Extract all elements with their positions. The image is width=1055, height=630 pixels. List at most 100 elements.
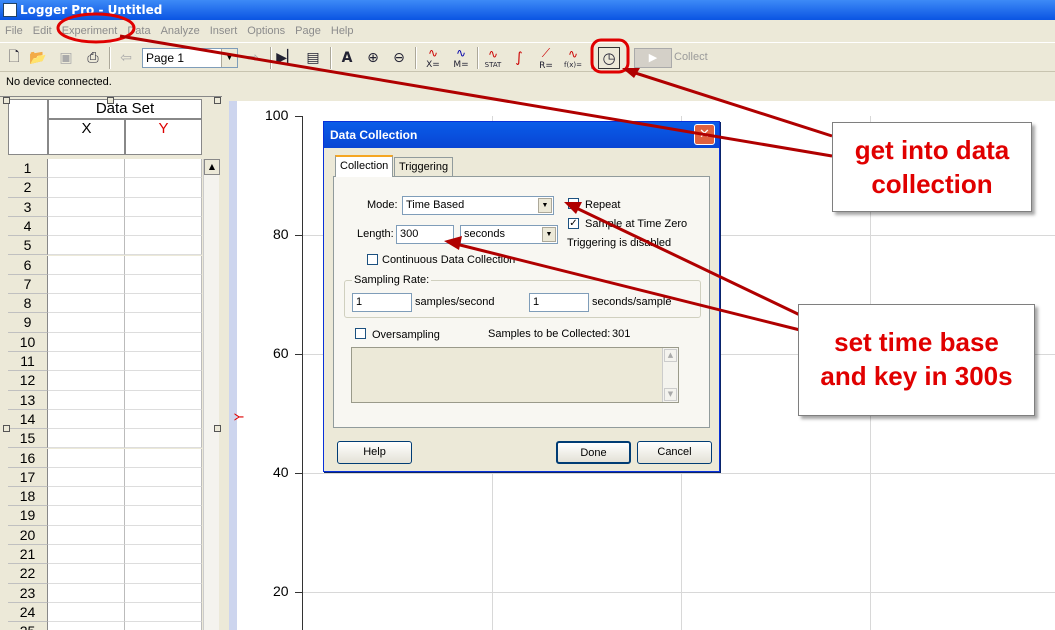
row-number[interactable]: 6 [8, 255, 48, 275]
row-number[interactable]: 12 [8, 371, 48, 391]
row-number[interactable]: 10 [8, 332, 48, 352]
table-cell-x[interactable] [48, 255, 125, 275]
menu-data[interactable]: Data [122, 25, 155, 37]
table-cell-y[interactable] [125, 545, 202, 565]
row-number[interactable]: 22 [8, 564, 48, 584]
row-number[interactable]: 3 [8, 197, 48, 217]
menu-analyze[interactable]: Analyze [156, 25, 205, 37]
column-header-x[interactable]: X [48, 119, 125, 155]
scroll-up-arrow-icon[interactable]: ▲ [204, 159, 220, 175]
notes-text-area[interactable]: ▲ ▼ [351, 347, 679, 403]
menu-insert[interactable]: Insert [205, 25, 243, 37]
menu-file[interactable]: File [0, 25, 28, 37]
row-number[interactable]: 2 [8, 178, 48, 198]
printer-icon[interactable]: ⎙ [82, 47, 104, 69]
table-cell-y[interactable] [125, 583, 202, 603]
table-cell-y[interactable] [125, 487, 202, 507]
repeat-checkbox[interactable] [568, 198, 579, 209]
resize-handle[interactable] [107, 97, 114, 104]
table-cell-y[interactable] [125, 332, 202, 352]
table-cell-x[interactable] [48, 429, 125, 449]
row-number[interactable]: 21 [8, 545, 48, 565]
table-cell-x[interactable] [48, 197, 125, 217]
table-cell-y[interactable] [125, 352, 202, 372]
table-cell-x[interactable] [48, 506, 125, 526]
table-cell-x[interactable] [48, 564, 125, 584]
column-header-y[interactable]: Y [125, 119, 202, 155]
table-cell-x[interactable] [48, 178, 125, 198]
table-cell-y[interactable] [125, 602, 202, 623]
resize-handle[interactable] [214, 425, 221, 432]
table-cell-x[interactable] [48, 409, 125, 430]
menu-options[interactable]: Options [242, 25, 290, 37]
row-number[interactable]: 25 [8, 622, 48, 630]
table-cell-y[interactable] [125, 409, 202, 430]
table-cell-x[interactable] [48, 236, 125, 256]
page-select[interactable]: Page 1 ▼ [142, 48, 238, 68]
scroll-down-arrow-icon[interactable]: ▼ [664, 388, 677, 401]
continuous-collection-checkbox[interactable] [367, 254, 378, 265]
table-cell-x[interactable] [48, 294, 125, 314]
row-number[interactable]: 7 [8, 274, 48, 295]
open-folder-icon[interactable]: 📂 [27, 47, 49, 69]
table-cell-y[interactable] [125, 255, 202, 275]
table-cell-x[interactable] [48, 448, 125, 468]
table-cell-y[interactable] [125, 197, 202, 217]
cancel-button[interactable]: Cancel [637, 441, 712, 464]
row-number[interactable]: 4 [8, 216, 48, 237]
table-cell-x[interactable] [48, 622, 125, 630]
table-cell-y[interactable] [125, 313, 202, 333]
tangent-icon[interactable]: ∿ M= [450, 46, 472, 70]
back-arrow-icon[interactable]: ⇦ [115, 47, 137, 69]
resize-handle[interactable] [214, 97, 221, 104]
table-cell-x[interactable] [48, 159, 125, 179]
samples-per-second-input[interactable]: 1 [352, 293, 412, 312]
seconds-per-sample-input[interactable]: 1 [529, 293, 589, 312]
table-cell-x[interactable] [48, 487, 125, 507]
notes-scrollbar[interactable]: ▲ ▼ [662, 348, 678, 402]
length-input[interactable]: 300 [396, 225, 454, 244]
table-cell-y[interactable] [125, 216, 202, 237]
length-unit-select[interactable]: seconds ▼ [460, 225, 558, 244]
table-cell-y[interactable] [125, 294, 202, 314]
table-cell-y[interactable] [125, 371, 202, 391]
table-cell-y[interactable] [125, 622, 202, 630]
table-cell-x[interactable] [48, 352, 125, 372]
row-number[interactable]: 14 [8, 409, 48, 430]
y-axis-label[interactable]: Y [233, 413, 247, 420]
dataset-title[interactable]: Data Set [48, 99, 202, 119]
sensor-icon[interactable]: ▤ [302, 47, 324, 69]
row-number[interactable]: 23 [8, 583, 48, 603]
table-scrollbar[interactable]: ▲ [203, 159, 220, 630]
tab-triggering[interactable]: Triggering [394, 157, 454, 177]
table-cell-y[interactable] [125, 467, 202, 488]
collect-button[interactable]: ▶ [634, 48, 672, 68]
table-cell-y[interactable] [125, 429, 202, 449]
close-icon[interactable]: ✕ [694, 124, 715, 145]
row-number[interactable]: 19 [8, 506, 48, 526]
examine-icon[interactable]: ∿ X= [422, 46, 444, 70]
row-number[interactable]: 13 [8, 390, 48, 410]
table-cell-y[interactable] [125, 178, 202, 198]
statistics-icon[interactable]: ∿ STAT [482, 47, 504, 69]
mode-select[interactable]: Time Based ▼ [402, 196, 554, 215]
zoom-in-icon[interactable]: ⊕ [362, 47, 384, 69]
row-number[interactable]: 16 [8, 448, 48, 468]
page-next-icon[interactable]: ▶▏ [276, 47, 298, 69]
table-cell-x[interactable] [48, 467, 125, 488]
resize-handle[interactable] [3, 97, 10, 104]
table-cell-y[interactable] [125, 448, 202, 468]
table-cell-x[interactable] [48, 545, 125, 565]
integral-icon[interactable]: ∫ [508, 47, 530, 69]
table-cell-x[interactable] [48, 583, 125, 603]
row-number[interactable]: 24 [8, 602, 48, 623]
table-cell-x[interactable] [48, 274, 125, 295]
oversampling-checkbox[interactable] [355, 328, 366, 339]
row-number[interactable]: 5 [8, 236, 48, 256]
linear-fit-icon[interactable]: ⟋ R= [535, 46, 557, 71]
row-number[interactable]: 18 [8, 487, 48, 507]
menu-edit[interactable]: Edit [28, 25, 57, 37]
curve-fit-icon[interactable]: ∿ f(x)= [562, 47, 584, 69]
row-number[interactable]: 8 [8, 294, 48, 314]
table-cell-y[interactable] [125, 506, 202, 526]
